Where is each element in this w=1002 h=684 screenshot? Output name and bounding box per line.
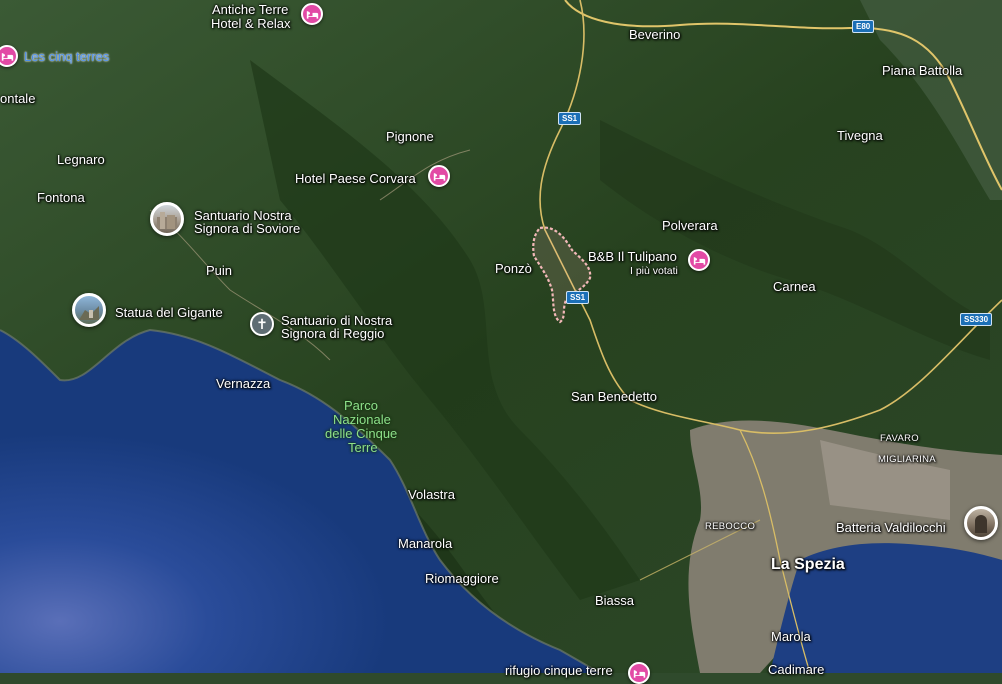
park-label-line4[interactable]: Terre bbox=[348, 441, 378, 454]
place-label-piana-battolla[interactable]: Piana Battolla bbox=[882, 64, 962, 77]
poi-label-bb-tulipano[interactable]: B&B Il Tulipano bbox=[588, 250, 677, 263]
park-label-line1[interactable]: Parco bbox=[344, 399, 378, 412]
place-label-favaro[interactable]: FAVARO bbox=[880, 432, 919, 445]
bed-icon bbox=[306, 10, 318, 19]
place-label-puin[interactable]: Puin bbox=[206, 264, 232, 277]
poi-label-cinq-terres[interactable]: Les cinq terres bbox=[24, 50, 109, 63]
photo-pin-statua-gigante[interactable] bbox=[72, 293, 106, 327]
satellite-map[interactable] bbox=[0, 0, 1002, 673]
bed-icon bbox=[693, 256, 705, 265]
poi-label-rifugio[interactable]: rifugio cinque terre bbox=[505, 664, 613, 677]
place-label-biassa[interactable]: Biassa bbox=[595, 594, 634, 607]
poi-label-santuario-soviore-line2[interactable]: Signora di Soviore bbox=[194, 222, 300, 235]
place-label-rebocco[interactable]: REBOCCO bbox=[705, 520, 755, 533]
poi-label-hotel-corvara[interactable]: Hotel Paese Corvara bbox=[295, 172, 416, 185]
place-label-marola[interactable]: Marola bbox=[771, 630, 811, 643]
photo-thumbnail-icon bbox=[157, 212, 177, 229]
poi-label-batteria[interactable]: Batteria Valdilocchi bbox=[836, 521, 946, 534]
road-badge-ss1: SS1 bbox=[558, 112, 582, 125]
place-label-fontona[interactable]: Fontona bbox=[37, 191, 85, 204]
place-label-manarola[interactable]: Manarola bbox=[398, 537, 452, 550]
cross-icon: ✝ bbox=[256, 316, 268, 332]
place-label-carnea[interactable]: Carnea bbox=[773, 280, 816, 293]
bed-icon bbox=[1, 52, 13, 61]
place-label-vernazza[interactable]: Vernazza bbox=[216, 377, 270, 390]
park-label-line3[interactable]: delle Cinque bbox=[325, 427, 397, 440]
hotel-pin-antiche-terre[interactable] bbox=[301, 3, 323, 25]
place-label-beverino[interactable]: Beverino bbox=[629, 28, 680, 41]
photo-pin-batteria[interactable] bbox=[964, 506, 998, 540]
place-label-riomaggiore[interactable]: Riomaggiore bbox=[425, 572, 499, 585]
bed-icon bbox=[633, 669, 645, 678]
road-badge-e80: E80 bbox=[852, 20, 875, 33]
place-label-tivegna[interactable]: Tivegna bbox=[837, 129, 883, 142]
poi-label-antiche-terre-line2[interactable]: Hotel & Relax bbox=[211, 17, 290, 30]
hotel-pin-bb-tulipano[interactable] bbox=[688, 249, 710, 271]
photo-thumbnail-icon bbox=[975, 515, 987, 533]
hotel-pin-rifugio[interactable] bbox=[628, 662, 650, 684]
place-label-polverara[interactable]: Polverara bbox=[662, 219, 718, 232]
photo-thumbnail-icon bbox=[79, 306, 99, 320]
poi-label-santuario-reggio-line2[interactable]: Signora di Reggio bbox=[281, 327, 384, 340]
road-badge-ss330: SS330 bbox=[960, 313, 993, 326]
photo-pin-santuario-soviore[interactable] bbox=[150, 202, 184, 236]
place-label-montale[interactable]: ontale bbox=[0, 92, 35, 105]
park-label-line2[interactable]: Nazionale bbox=[333, 413, 391, 426]
place-label-pignone[interactable]: Pignone bbox=[386, 130, 434, 143]
place-label-migliarina[interactable]: MIGLIARINA bbox=[878, 453, 936, 466]
place-label-legnaro[interactable]: Legnaro bbox=[57, 153, 105, 166]
place-label-la-spezia[interactable]: La Spezia bbox=[771, 557, 845, 573]
bed-icon bbox=[433, 172, 445, 181]
poi-label-statua-gigante[interactable]: Statua del Gigante bbox=[115, 306, 223, 319]
road-badge-ss1: SS1 bbox=[566, 291, 590, 304]
hotel-pin-corvara[interactable] bbox=[428, 165, 450, 187]
poi-sublabel-bb-tulipano: I più votati bbox=[630, 265, 678, 277]
place-label-ponzo[interactable]: Ponzò bbox=[495, 262, 532, 275]
church-pin-santuario-reggio[interactable]: ✝ bbox=[250, 312, 274, 336]
place-label-volastra[interactable]: Volastra bbox=[408, 488, 455, 501]
place-label-san-benedetto[interactable]: San Benedetto bbox=[571, 390, 657, 403]
place-label-cadimare[interactable]: Cadimare bbox=[768, 663, 824, 676]
poi-label-antiche-terre-line1[interactable]: Antiche Terre bbox=[212, 3, 288, 16]
